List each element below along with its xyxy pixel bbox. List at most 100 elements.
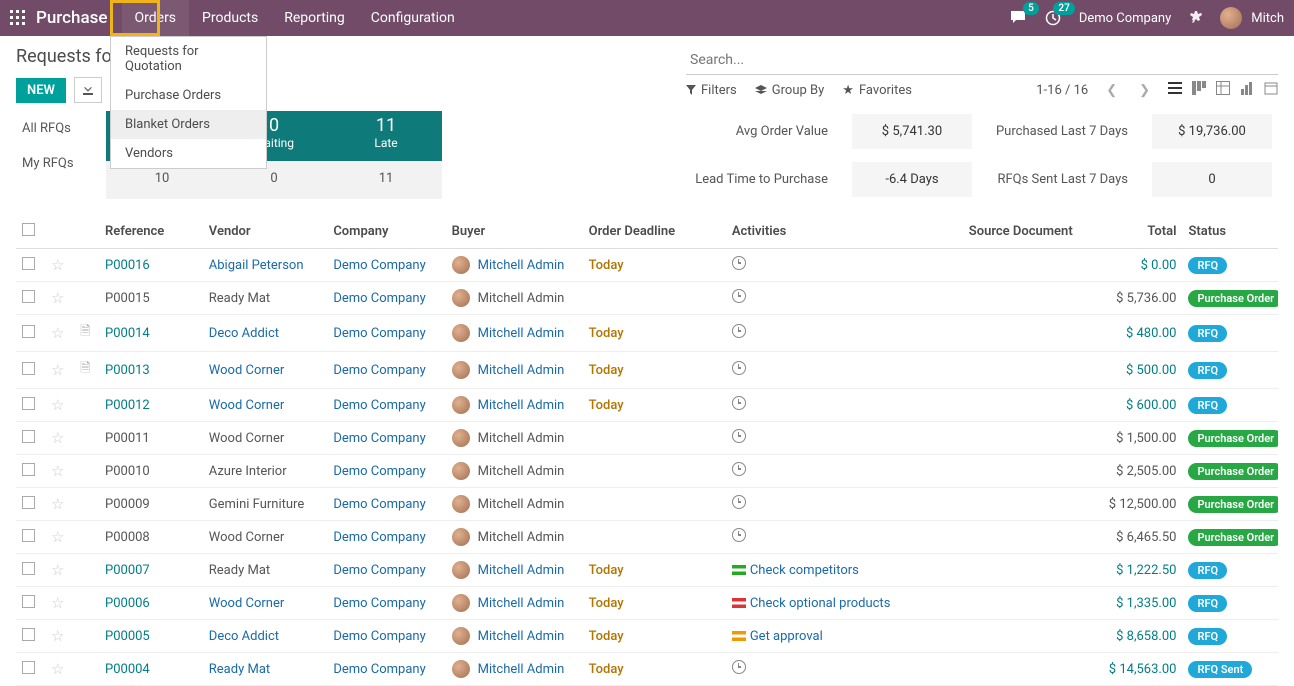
cell-buyer[interactable]: Mitchell Admin — [446, 521, 583, 554]
cell-buyer[interactable]: Mitchell Admin — [446, 389, 583, 422]
cell-activities[interactable] — [726, 488, 923, 521]
row-checkbox[interactable] — [22, 397, 35, 410]
cell-buyer[interactable]: Mitchell Admin — [446, 488, 583, 521]
kanban-view-icon[interactable] — [1192, 81, 1206, 99]
nav-reporting[interactable]: Reporting — [271, 0, 358, 36]
cell-buyer[interactable]: Mitchell Admin — [446, 282, 583, 315]
star-icon[interactable]: ☆ — [51, 660, 64, 678]
cell-buyer[interactable]: Mitchell Admin — [446, 315, 583, 352]
cell-vendor[interactable]: Wood Corner — [203, 521, 328, 554]
cell-activities[interactable] — [726, 389, 923, 422]
favorites-button[interactable]: ★ Favorites — [842, 83, 912, 98]
cell-buyer[interactable]: Mitchell Admin — [446, 249, 583, 282]
star-icon[interactable]: ☆ — [51, 594, 64, 612]
star-icon[interactable]: ☆ — [51, 289, 64, 307]
settings-icon[interactable] — [1183, 4, 1211, 32]
lead-time-value[interactable]: -6.4 Days — [852, 162, 972, 197]
th-total[interactable]: Total — [1079, 215, 1183, 249]
cell-activities[interactable] — [726, 282, 923, 315]
row-checkbox[interactable] — [22, 362, 35, 375]
calendar-view-icon[interactable] — [1264, 81, 1278, 99]
row-checkbox[interactable] — [22, 430, 35, 443]
row-checkbox[interactable] — [22, 628, 35, 641]
star-icon[interactable]: ☆ — [51, 429, 64, 447]
th-company[interactable]: Company — [327, 215, 445, 249]
table-row[interactable]: ☆P00006Wood CornerDemo CompanyMitchell A… — [16, 587, 1278, 620]
cell-reference[interactable]: P00015 — [99, 282, 203, 315]
cell-activities[interactable] — [726, 521, 923, 554]
cell-company[interactable]: Demo Company — [327, 521, 445, 554]
cell-company[interactable]: Demo Company — [327, 620, 445, 653]
cell-vendor[interactable]: Wood Corner — [203, 422, 328, 455]
rfqs-sent-7d-value[interactable]: 0 — [1152, 162, 1272, 197]
cell-company[interactable]: Demo Company — [327, 653, 445, 686]
cell-buyer[interactable]: Mitchell Admin — [446, 620, 583, 653]
cell-activities[interactable]: Check optional products — [726, 587, 923, 620]
cell-activities[interactable] — [726, 653, 923, 686]
cell-vendor[interactable]: Ready Mat — [203, 554, 328, 587]
cell-reference[interactable]: P00008 — [99, 521, 203, 554]
cell-company[interactable]: Demo Company — [327, 249, 445, 282]
clock-icon[interactable] — [732, 528, 746, 542]
row-checkbox[interactable] — [22, 529, 35, 542]
cell-reference[interactable]: P00013 — [99, 352, 203, 389]
clock-icon[interactable] — [732, 429, 746, 443]
row-checkbox[interactable] — [22, 595, 35, 608]
cell-reference[interactable]: P00004 — [99, 653, 203, 686]
chat-icon[interactable]: 5 — [1005, 4, 1033, 32]
table-row[interactable]: ☆P00005Deco AddictDemo CompanyMitchell A… — [16, 620, 1278, 653]
cell-buyer[interactable]: Mitchell Admin — [446, 554, 583, 587]
select-all-checkbox[interactable] — [22, 223, 35, 236]
cell-vendor[interactable]: Wood Corner — [203, 587, 328, 620]
star-icon[interactable]: ☆ — [51, 361, 64, 379]
clock-icon[interactable] — [732, 660, 746, 674]
cell-buyer[interactable]: Mitchell Admin — [446, 587, 583, 620]
cell-reference[interactable]: P00006 — [99, 587, 203, 620]
cell-vendor[interactable]: Abigail Peterson — [203, 249, 328, 282]
nav-products[interactable]: Products — [189, 0, 271, 36]
cell-company[interactable]: Demo Company — [327, 389, 445, 422]
cell-company[interactable]: Demo Company — [327, 554, 445, 587]
cell-reference[interactable]: P00009 — [99, 488, 203, 521]
th-status[interactable]: Status — [1182, 215, 1278, 249]
new-button[interactable]: NEW — [16, 78, 66, 103]
clock-icon[interactable] — [732, 495, 746, 509]
cell-activities[interactable] — [726, 249, 923, 282]
cell-vendor[interactable]: Gemini Furniture — [203, 488, 328, 521]
cell-reference[interactable]: P00012 — [99, 389, 203, 422]
group-by-button[interactable]: Group By — [755, 83, 825, 98]
cell-buyer[interactable]: Mitchell Admin — [446, 352, 583, 389]
star-icon[interactable]: ☆ — [51, 256, 64, 274]
dropdown-vendors[interactable]: Vendors — [111, 139, 266, 168]
search-input[interactable] — [686, 46, 1278, 75]
filters-button[interactable]: Filters — [686, 83, 737, 98]
app-name[interactable]: Purchase — [36, 8, 122, 28]
th-vendor[interactable]: Vendor — [203, 215, 328, 249]
row-checkbox[interactable] — [22, 562, 35, 575]
row-checkbox[interactable] — [22, 290, 35, 303]
cell-reference[interactable]: P00014 — [99, 315, 203, 352]
purchased-7d-value[interactable]: $ 19,736.00 — [1152, 114, 1272, 149]
th-deadline[interactable]: Order Deadline — [583, 215, 726, 249]
star-icon[interactable]: ☆ — [51, 561, 64, 579]
avg-order-value[interactable]: $ 5,741.30 — [852, 114, 972, 149]
row-checkbox[interactable] — [22, 325, 35, 338]
star-icon[interactable]: ☆ — [51, 324, 64, 342]
company-name[interactable]: Demo Company — [1073, 11, 1177, 26]
table-row[interactable]: ☆P00007Ready MatDemo CompanyMitchell Adm… — [16, 554, 1278, 587]
table-row[interactable]: ☆P00011Wood CornerDemo CompanyMitchell A… — [16, 422, 1278, 455]
cell-vendor[interactable]: Ready Mat — [203, 282, 328, 315]
cell-buyer[interactable]: Mitchell Admin — [446, 422, 583, 455]
pager-next-icon[interactable]: ❯ — [1135, 83, 1154, 98]
graph-view-icon[interactable] — [1240, 81, 1254, 99]
kpi-late-bottom[interactable]: 11 — [330, 161, 442, 199]
cell-reference[interactable]: P00011 — [99, 422, 203, 455]
clock-icon[interactable] — [732, 396, 746, 410]
cell-vendor[interactable]: Wood Corner — [203, 389, 328, 422]
star-icon[interactable]: ☆ — [51, 396, 64, 414]
nav-orders[interactable]: Orders — [122, 0, 190, 36]
pager-text[interactable]: 1-16 / 16 — [1036, 83, 1088, 98]
cell-reference[interactable]: P00005 — [99, 620, 203, 653]
cell-company[interactable]: Demo Company — [327, 315, 445, 352]
cell-reference[interactable]: P00016 — [99, 249, 203, 282]
